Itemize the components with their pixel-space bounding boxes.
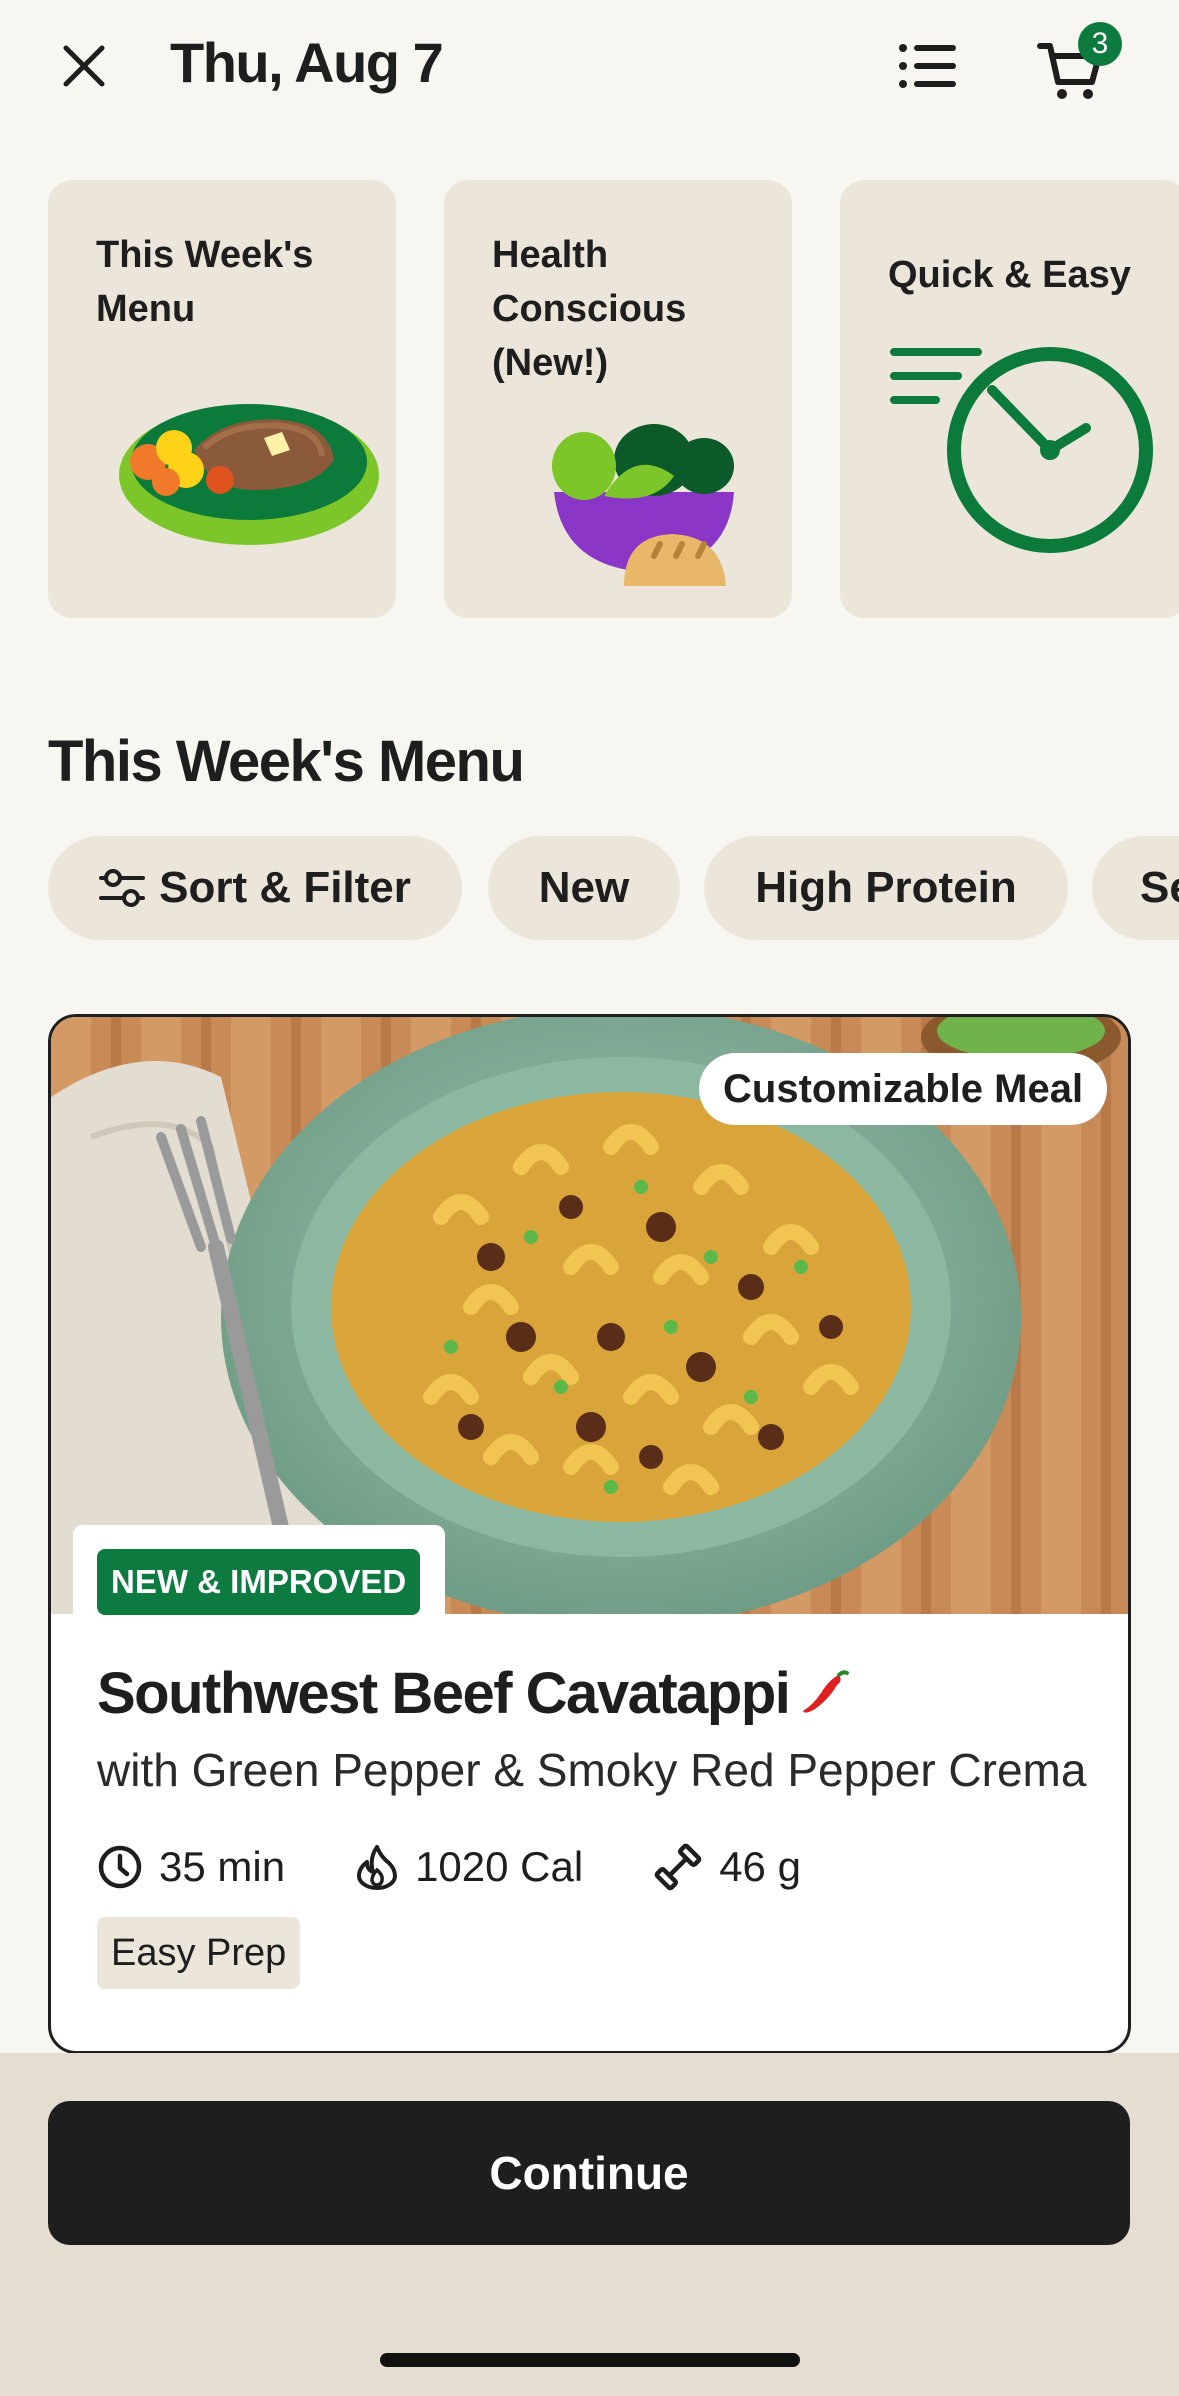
close-button[interactable] (48, 30, 120, 102)
chili-pepper-icon (803, 1670, 850, 1713)
category-card-quick-easy[interactable]: Quick & Easy (840, 180, 1179, 618)
customizable-meal-badge: Customizable Meal (699, 1053, 1108, 1125)
new-improved-badge: NEW & IMPROVED (97, 1549, 421, 1615)
top-bar: Thu, Aug 7 3 (0, 0, 1179, 140)
protein-value: 46 g (719, 1843, 801, 1890)
meal-title[interactable]: Southwest Beef Cavatappi (97, 1657, 851, 1731)
chip-label: Sort & Filter (159, 863, 411, 912)
filter-chip-row: Sort & Filter New High Protein Se (48, 836, 1179, 942)
calories-value: 1020 Cal (415, 1843, 584, 1890)
category-carousel: This Week's Menu Health Conscious (New!) (48, 180, 1179, 620)
category-card-health-conscious[interactable]: Health Conscious (New!) (444, 180, 792, 618)
protein: 46 g (653, 1842, 801, 1892)
list-button[interactable] (888, 30, 968, 102)
section-title: This Week's Menu (48, 729, 525, 794)
chip-label: New (538, 863, 630, 912)
cook-time-value: 35 min (159, 1843, 286, 1890)
cook-time: 35 min (97, 1843, 285, 1891)
sliders-icon (99, 868, 146, 908)
close-icon (63, 45, 105, 87)
chip-label: Se (1140, 863, 1179, 912)
salad-bowl-illustration (552, 424, 734, 586)
clock-icon (98, 1845, 142, 1889)
meal-subtitle: with Green Pepper & Smoky Red Pepper Cre… (97, 1744, 1087, 1796)
cart-button[interactable]: 3 (1030, 22, 1126, 108)
meal-card[interactable]: Customizable Meal NEW & IMPROVED Southwe… (48, 1014, 1131, 2054)
category-card-this-weeks-menu[interactable]: This Week's Menu (48, 180, 396, 618)
category-label: Quick & Easy (888, 254, 1131, 296)
category-label: Health Conscious (New!) (492, 234, 687, 384)
overflow-chip[interactable]: Se (1092, 836, 1179, 940)
delivery-date[interactable]: Thu, Aug 7 (170, 28, 444, 98)
sort-filter-chip[interactable]: Sort & Filter (48, 836, 462, 940)
meal-title-text: Southwest Beef Cavatappi (97, 1661, 791, 1726)
list-icon (899, 44, 956, 88)
home-indicator (380, 2353, 800, 2367)
cart-count-badge: 3 (1078, 22, 1122, 66)
category-label: This Week's Menu (96, 234, 314, 330)
easy-prep-tag: Easy Prep (97, 1917, 301, 1989)
footer-bar: Continue (0, 2053, 1179, 2396)
continue-button[interactable]: Continue (48, 2101, 1130, 2245)
meal-meta: 35 min 1020 Cal 46 g (97, 1837, 871, 1897)
meal-bowl-illustration (119, 404, 379, 545)
flame-icon (357, 1845, 398, 1890)
clock-illustration (890, 347, 1153, 553)
dumbbell-icon (654, 1843, 702, 1891)
new-chip[interactable]: New (488, 836, 680, 940)
chip-label: High Protein (755, 863, 1017, 912)
calories: 1020 Cal (355, 1843, 583, 1891)
high-protein-chip[interactable]: High Protein (704, 836, 1068, 940)
